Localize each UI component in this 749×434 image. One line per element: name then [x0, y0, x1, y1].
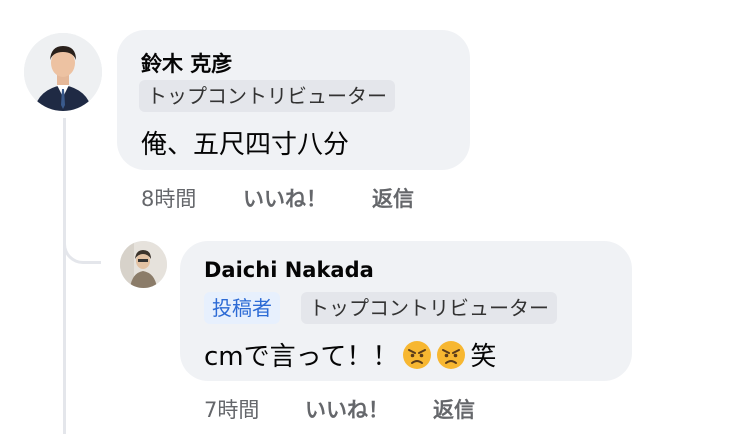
comment-timestamp[interactable]: 7時間 — [204, 394, 259, 424]
reply-button[interactable]: 返信 — [372, 183, 414, 213]
comment-text-body: cmで言って！！ — [204, 342, 399, 372]
top-contributor-badge: トップコントリビューター — [139, 80, 395, 112]
reply-button[interactable]: 返信 — [433, 394, 475, 424]
like-button[interactable]: いいね！ — [305, 394, 389, 424]
comment-author[interactable]: Daichi Nakada — [204, 258, 374, 282]
thread-line — [63, 118, 66, 434]
angry-face-icon — [437, 340, 466, 369]
angry-face-icon — [403, 340, 432, 369]
thread-line-reply-connector — [63, 232, 101, 264]
like-button[interactable]: いいね！ — [243, 183, 327, 213]
comment-author[interactable]: 鈴木 克彦 — [141, 48, 232, 78]
comment-text-body: 俺、五尺四寸八分 — [141, 130, 350, 160]
user-photo-icon — [24, 33, 102, 111]
comment-timestamp[interactable]: 8時間 — [141, 183, 196, 213]
user-photo-icon — [120, 241, 167, 288]
author-badge: 投稿者 — [204, 292, 280, 324]
avatar[interactable] — [24, 33, 102, 111]
comment-text: cmで言って！！ 笑 — [204, 336, 496, 373]
comment-text-suffix: 笑 — [470, 342, 497, 372]
comment-text: 俺、五尺四寸八分 — [141, 124, 349, 161]
top-contributor-badge: トップコントリビューター — [301, 292, 557, 324]
avatar[interactable] — [120, 241, 167, 288]
